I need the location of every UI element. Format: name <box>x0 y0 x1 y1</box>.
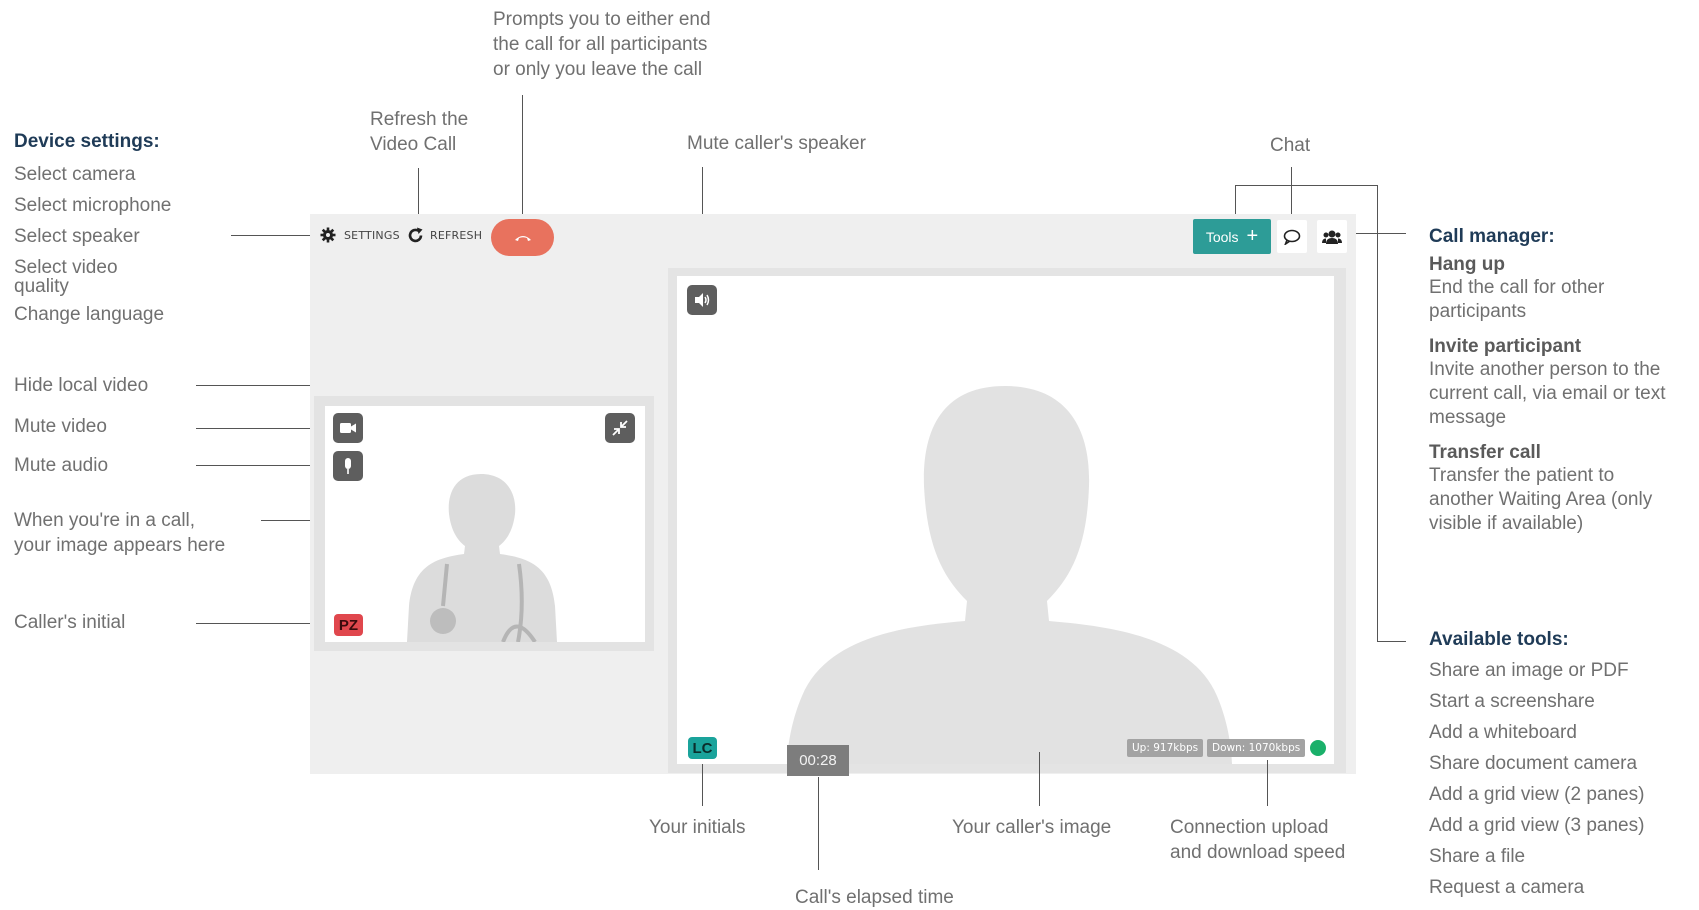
mute-video-button[interactable] <box>333 413 363 443</box>
refresh-annotation: Refresh the Video Call <box>370 109 469 155</box>
remote-video <box>677 276 1334 764</box>
local-video <box>325 406 645 642</box>
callers-initial-annotation: Caller's initial <box>14 612 126 633</box>
participants-icon <box>1322 230 1342 244</box>
speaker-icon <box>695 293 710 307</box>
tools-button[interactable]: Tools + <box>1193 219 1271 254</box>
call-manager-annotation: Call manager: Hang up End the call for o… <box>1429 226 1666 534</box>
mute-speaker-annotation: Mute caller's speaker <box>687 133 866 154</box>
connection-status-dot <box>1310 740 1326 756</box>
mute-audio-button[interactable] <box>333 451 363 481</box>
end-call-annotation: Prompts you to either end the call for a… <box>493 9 711 80</box>
mute-speaker-button[interactable] <box>687 285 717 315</box>
minimize-arrows-icon <box>612 420 628 436</box>
mute-audio-annotation: Mute audio <box>14 455 109 476</box>
device-settings-annotation: Device settings: Select camera Select mi… <box>14 131 172 325</box>
remote-initials-badge: LC <box>688 737 717 759</box>
plus-icon: + <box>1246 225 1259 247</box>
call-manager-button[interactable] <box>1317 220 1347 253</box>
chat-bubble-icon <box>1283 229 1301 245</box>
available-tools-annotation: Available tools: Share an image or PDF S… <box>1429 629 1645 898</box>
caller-silhouette <box>787 386 1232 764</box>
chat-button[interactable] <box>1277 220 1307 253</box>
upload-speed: Up: 917kbps <box>1127 739 1204 757</box>
settings-button[interactable]: SETTINGS <box>320 227 400 243</box>
download-speed: Down: 1070kbps <box>1207 739 1306 757</box>
callers-image-annotation: Your caller's image <box>952 817 1112 838</box>
video-camera-icon <box>340 423 356 433</box>
microphone-icon <box>345 458 351 474</box>
gear-icon <box>320 227 336 243</box>
your-initials-annotation: Your initials <box>649 817 746 838</box>
refresh-button[interactable]: REFRESH <box>407 227 482 244</box>
mute-video-annotation: Mute video <box>14 416 107 437</box>
phone-hangup-icon <box>514 235 531 241</box>
tools-label: Tools <box>1205 228 1239 245</box>
refresh-icon <box>408 227 423 243</box>
local-initials-badge: PZ <box>334 614 363 636</box>
hide-local-video-annotation: Hide local video <box>14 375 149 396</box>
refresh-label: REFRESH <box>430 229 483 242</box>
hang-up-button[interactable] <box>491 219 554 256</box>
hide-local-video-button[interactable] <box>605 413 635 443</box>
elapsed-time-annotation: Call's elapsed time <box>795 887 954 908</box>
your-image-annotation: When you're in a call, your image appear… <box>14 510 226 556</box>
settings-label: SETTINGS <box>344 228 400 242</box>
chat-annotation: Chat <box>1270 135 1311 156</box>
connection-speed-annotation: Connection upload and download speed <box>1170 817 1346 863</box>
call-elapsed-timer: 00:28 <box>787 745 849 776</box>
doctor-silhouette <box>407 474 557 642</box>
